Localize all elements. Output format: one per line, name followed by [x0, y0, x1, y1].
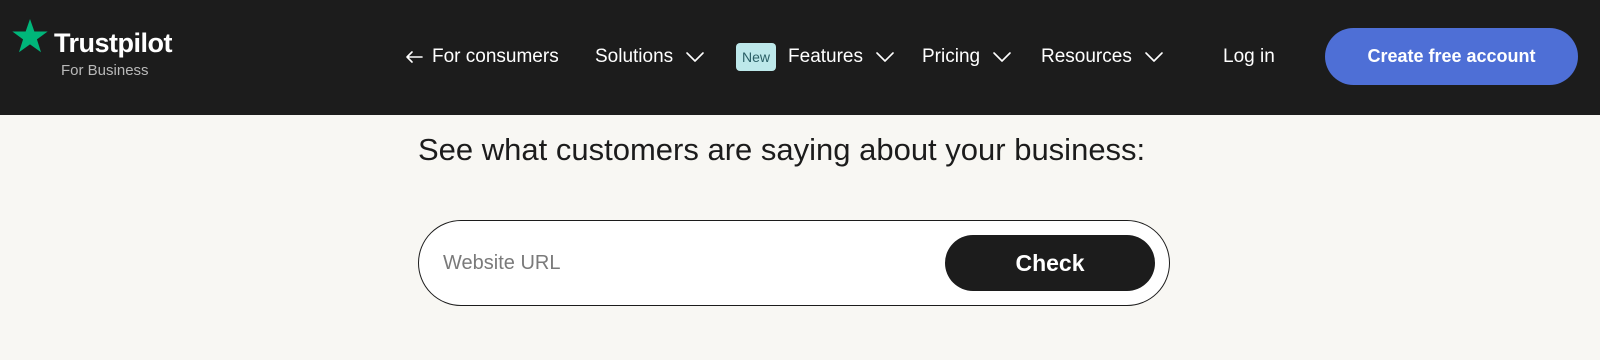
nav-pricing-label: Pricing [922, 46, 981, 67]
arrow-left-icon [406, 51, 423, 63]
nav-solutions[interactable]: Solutions [595, 41, 705, 73]
check-button[interactable]: Check [945, 235, 1155, 291]
login-label: Log in [1223, 46, 1275, 67]
trustpilot-logo[interactable]: Trustpilot For Business [11, 18, 186, 84]
chevron-down-icon [686, 52, 704, 62]
top-navbar: Trustpilot For Business For consumers So… [0, 0, 1600, 115]
chevron-down-icon [993, 52, 1011, 62]
page-headline: See what customers are saying about your… [418, 132, 1146, 167]
nav-resources[interactable]: Resources [1041, 41, 1164, 73]
chevron-down-icon [1145, 52, 1163, 62]
star-icon [12, 18, 48, 53]
nav-resources-label: Resources [1041, 46, 1132, 67]
nav-for-consumers[interactable]: For consumers [405, 41, 559, 73]
website-check-form: Check [418, 220, 1170, 306]
chevron-down-icon [876, 52, 894, 62]
website-url-input[interactable] [443, 243, 923, 283]
nav-features-label: Features [788, 46, 863, 67]
nav-pricing[interactable]: Pricing [922, 41, 1012, 73]
create-free-account-button[interactable]: Create free account [1325, 28, 1578, 85]
new-badge: New [736, 43, 777, 71]
nav-features[interactable]: New Features [736, 41, 895, 73]
logo-brand-text: Trustpilot [54, 28, 173, 58]
nav-for-consumers-label: For consumers [432, 46, 559, 67]
logo-subtitle: For Business [61, 62, 149, 79]
login-link[interactable]: Log in [1223, 41, 1275, 73]
nav-solutions-label: Solutions [595, 46, 674, 67]
